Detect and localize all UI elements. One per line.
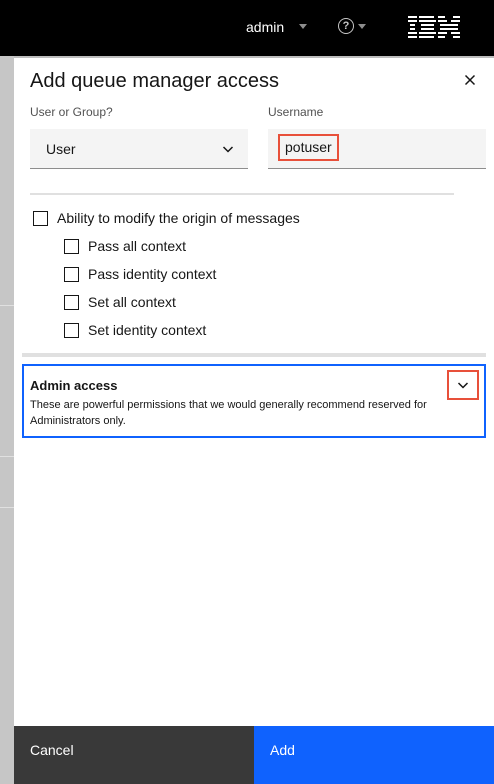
user-menu[interactable]: admin bbox=[246, 19, 308, 35]
checkbox-label: Set identity context bbox=[88, 322, 207, 338]
checkbox-box[interactable] bbox=[64, 294, 79, 310]
checkbox-box[interactable] bbox=[64, 238, 79, 254]
help-menu[interactable]: ? bbox=[338, 18, 366, 34]
help-icon: ? bbox=[338, 18, 354, 34]
set-identity-context-checkbox[interactable]: Set identity context bbox=[64, 322, 206, 338]
add-button[interactable]: Add bbox=[254, 726, 494, 784]
ibm-logo bbox=[408, 16, 460, 38]
caret-down-icon bbox=[299, 23, 308, 29]
accordion-description: These are powerful permissions that we w… bbox=[30, 399, 427, 427]
checkbox-label: Ability to modify the origin of messages bbox=[57, 210, 300, 226]
user-or-group-value: User bbox=[46, 141, 76, 157]
username-label: Username bbox=[268, 105, 324, 119]
close-icon[interactable] bbox=[462, 72, 478, 88]
chevron-down-icon bbox=[457, 382, 469, 389]
chevron-down-icon bbox=[222, 146, 234, 153]
checkbox-box[interactable] bbox=[64, 266, 79, 282]
user-menu-label: admin bbox=[246, 19, 285, 35]
top-bar: admin ? bbox=[0, 0, 494, 56]
pass-all-context-checkbox[interactable]: Pass all context bbox=[64, 238, 186, 254]
admin-access-accordion[interactable]: Admin access These are powerful permissi… bbox=[22, 364, 486, 438]
pass-identity-context-checkbox[interactable]: Pass identity context bbox=[64, 266, 216, 282]
checkbox-label: Pass identity context bbox=[88, 266, 217, 282]
accordion-toggle[interactable] bbox=[447, 370, 479, 400]
set-all-context-checkbox[interactable]: Set all context bbox=[64, 294, 176, 310]
divider bbox=[0, 456, 14, 457]
user-or-group-select[interactable]: User bbox=[30, 129, 248, 169]
divider bbox=[0, 305, 14, 306]
checkbox-label: Set all context bbox=[88, 294, 176, 310]
divider bbox=[0, 507, 14, 508]
checkbox-label: Pass all context bbox=[88, 238, 187, 254]
accordion-title: Admin access bbox=[30, 378, 118, 393]
panel-title: Add queue manager access bbox=[30, 70, 280, 92]
cancel-button[interactable]: Cancel bbox=[14, 726, 254, 784]
section-divider bbox=[30, 193, 454, 195]
background-page-strip bbox=[0, 56, 14, 784]
username-input[interactable]: potuser bbox=[268, 129, 486, 169]
checkbox-box[interactable] bbox=[64, 322, 79, 338]
caret-down-icon bbox=[358, 23, 366, 29]
user-or-group-label: User or Group? bbox=[30, 105, 113, 119]
section-divider bbox=[22, 353, 486, 357]
origin-permission-checkbox[interactable]: Ability to modify the origin of messages bbox=[33, 210, 300, 226]
username-value: potuser bbox=[278, 134, 339, 161]
checkbox-box[interactable] bbox=[33, 210, 48, 226]
add-access-panel: Add queue manager access User or Group? … bbox=[14, 58, 494, 784]
